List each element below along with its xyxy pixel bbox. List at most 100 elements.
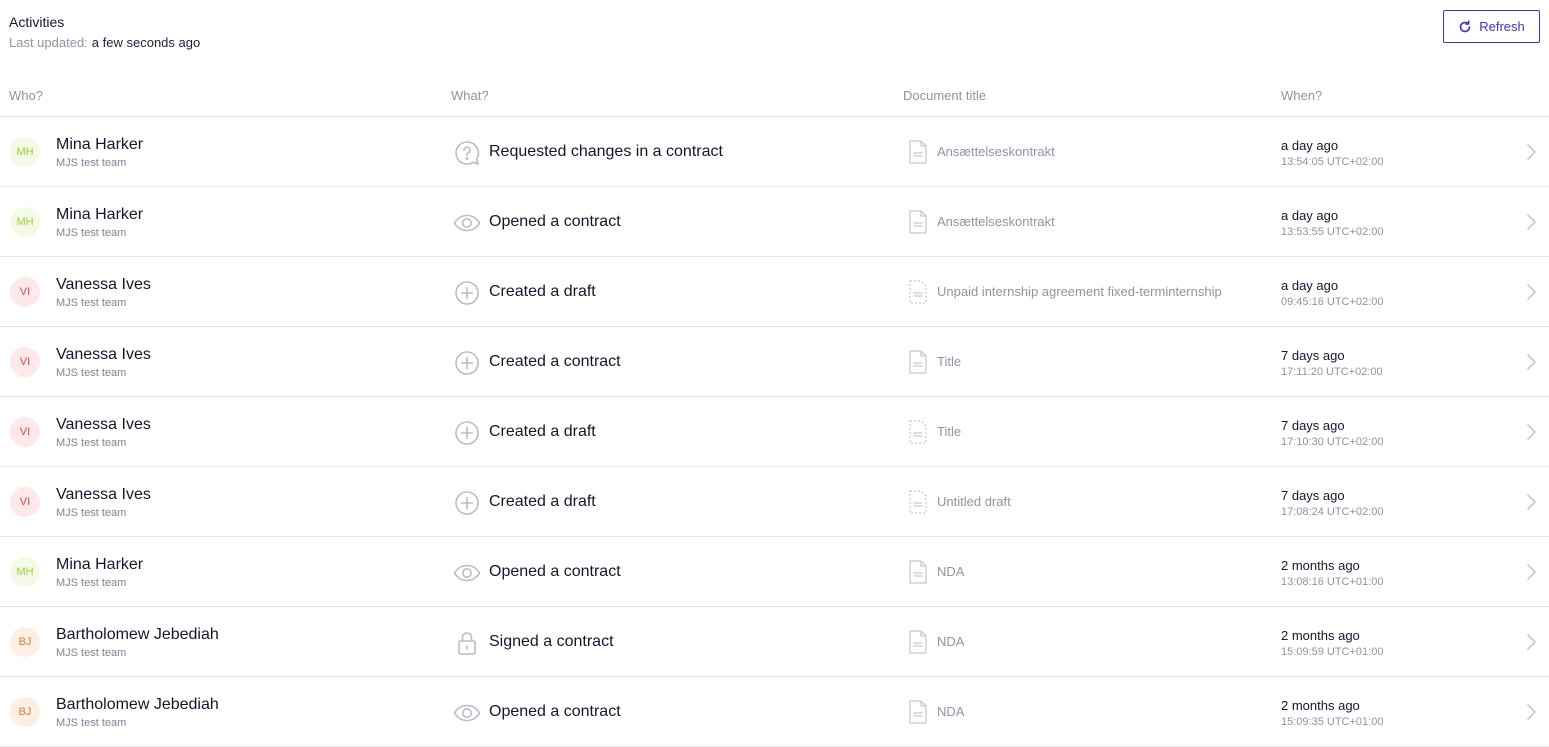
user-name: Bartholomew Jebediah xyxy=(56,696,219,713)
timestamp: 13:08:16 UTC+01:00 xyxy=(1281,576,1384,588)
team-name: MJS test team xyxy=(56,507,127,519)
table-row[interactable]: VI Vanessa Ives MJS test team Created a dra… xyxy=(0,397,1549,467)
document-title: NDA xyxy=(937,564,965,579)
relative-time: 2 months ago xyxy=(1281,698,1360,713)
draft-document-icon xyxy=(908,490,928,514)
timestamp: 17:08:24 UTC+02:00 xyxy=(1281,506,1384,518)
last-updated: Last updated: a few seconds ago xyxy=(9,34,200,51)
chevron-right-icon[interactable] xyxy=(1524,282,1538,302)
user-name: Mina Harker xyxy=(56,136,144,153)
document-icon xyxy=(908,350,928,374)
timestamp: 15:09:59 UTC+01:00 xyxy=(1281,646,1384,658)
relative-time: 2 months ago xyxy=(1281,558,1360,573)
relative-time: 7 days ago xyxy=(1281,488,1345,503)
avatar: MH xyxy=(10,207,40,237)
chevron-right-icon[interactable] xyxy=(1524,562,1538,582)
chevron-right-icon[interactable] xyxy=(1524,422,1538,442)
chevron-right-icon[interactable] xyxy=(1524,492,1538,512)
activity-description: Opened a contract xyxy=(489,213,621,230)
table-row[interactable]: BJ Bartholomew Jebediah MJS test team Opene… xyxy=(0,677,1549,747)
relative-time: a day ago xyxy=(1281,138,1339,153)
table-row[interactable]: BJ Bartholomew Jebediah MJS test team Signe… xyxy=(0,607,1549,677)
document-title: Ansættelseskontrakt xyxy=(937,214,1055,229)
table-row[interactable]: MH Mina Harker MJS test team Opened a contr… xyxy=(0,537,1549,607)
team-name: MJS test team xyxy=(56,297,127,309)
relative-time: 7 days ago xyxy=(1281,418,1345,433)
avatar: MH xyxy=(10,557,40,587)
table-row[interactable]: VI Vanessa Ives MJS test team Created a con… xyxy=(0,327,1549,397)
avatar: VI xyxy=(10,417,40,447)
user-name: Vanessa Ives xyxy=(56,486,151,503)
document-icon xyxy=(908,140,928,164)
chevron-right-icon[interactable] xyxy=(1524,632,1538,652)
table-row[interactable]: MH Mina Harker MJS test team Requested chan… xyxy=(0,117,1549,187)
avatar: VI xyxy=(10,347,40,377)
team-name: MJS test team xyxy=(56,157,127,169)
activities-header: Activities Last updated: a few seconds ag… xyxy=(9,13,200,51)
relative-time: 2 months ago xyxy=(1281,628,1360,643)
plus-circle-icon xyxy=(453,279,481,307)
table-row[interactable]: MH Mina Harker MJS test team Opened a contr… xyxy=(0,187,1549,257)
activity-description: Created a draft xyxy=(489,283,596,300)
timestamp: 09:45:16 UTC+02:00 xyxy=(1281,296,1384,308)
team-name: MJS test team xyxy=(56,717,127,729)
chevron-right-icon[interactable] xyxy=(1524,352,1538,372)
activity-description: Opened a contract xyxy=(489,563,621,580)
relative-time: 7 days ago xyxy=(1281,348,1345,363)
timestamp: 13:53:55 UTC+02:00 xyxy=(1281,226,1384,238)
activity-description: Requested changes in a contract xyxy=(489,143,723,160)
avatar: VI xyxy=(10,277,40,307)
table-row[interactable]: VI Vanessa Ives MJS test team Created a dra… xyxy=(0,467,1549,537)
last-updated-value: a few seconds ago xyxy=(91,35,201,50)
refresh-icon xyxy=(1458,19,1472,34)
chevron-right-icon[interactable] xyxy=(1524,702,1538,722)
page-title: Activities xyxy=(9,14,65,30)
column-header-when: When? xyxy=(1281,88,1323,103)
table-row[interactable]: VI Vanessa Ives MJS test team Created a dra… xyxy=(0,257,1549,327)
draft-document-icon xyxy=(908,420,928,444)
table-header: Who? What? Document title When? xyxy=(0,86,1549,117)
team-name: MJS test team xyxy=(56,367,127,379)
user-name: Vanessa Ives xyxy=(56,276,151,293)
user-name: Bartholomew Jebediah xyxy=(56,626,219,643)
refresh-button[interactable]: Refresh xyxy=(1443,10,1540,43)
relative-time: a day ago xyxy=(1281,208,1339,223)
lock-icon xyxy=(453,629,481,657)
eye-icon xyxy=(453,699,481,727)
document-title: Title xyxy=(937,354,962,369)
user-name: Mina Harker xyxy=(56,206,144,223)
team-name: MJS test team xyxy=(56,647,127,659)
plus-circle-icon xyxy=(453,489,481,517)
refresh-label: Refresh xyxy=(1479,19,1525,34)
document-title: Ansættelseskontrakt xyxy=(937,144,1055,159)
plus-circle-icon xyxy=(453,349,481,377)
team-name: MJS test team xyxy=(56,577,127,589)
column-header-document: Document title xyxy=(903,88,987,103)
team-name: MJS test team xyxy=(56,437,127,449)
user-name: Vanessa Ives xyxy=(56,346,151,363)
chevron-right-icon[interactable] xyxy=(1524,212,1538,232)
timestamp: 13:54:05 UTC+02:00 xyxy=(1281,156,1384,168)
document-title: Title xyxy=(937,424,962,439)
avatar: BJ xyxy=(10,697,40,727)
chevron-right-icon[interactable] xyxy=(1524,142,1538,162)
activity-description: Created a draft xyxy=(489,423,596,440)
eye-icon xyxy=(453,209,481,237)
draft-document-icon xyxy=(908,280,928,304)
document-icon xyxy=(908,700,928,724)
team-name: MJS test team xyxy=(56,227,127,239)
document-title: Untitled draft xyxy=(937,494,1011,509)
column-header-what: What? xyxy=(451,88,489,103)
column-header-who: Who? xyxy=(9,88,43,103)
avatar: VI xyxy=(10,487,40,517)
plus-circle-icon xyxy=(453,419,481,447)
activity-description: Created a contract xyxy=(489,353,621,370)
document-title: NDA xyxy=(937,704,965,719)
avatar: BJ xyxy=(10,627,40,657)
timestamp: 17:10:30 UTC+02:00 xyxy=(1281,436,1384,448)
activity-list: MH Mina Harker MJS test team Requested chan… xyxy=(0,117,1549,747)
activity-description: Opened a contract xyxy=(489,703,621,720)
question-bubble-icon xyxy=(453,139,481,167)
avatar: MH xyxy=(10,137,40,167)
user-name: Vanessa Ives xyxy=(56,416,151,433)
